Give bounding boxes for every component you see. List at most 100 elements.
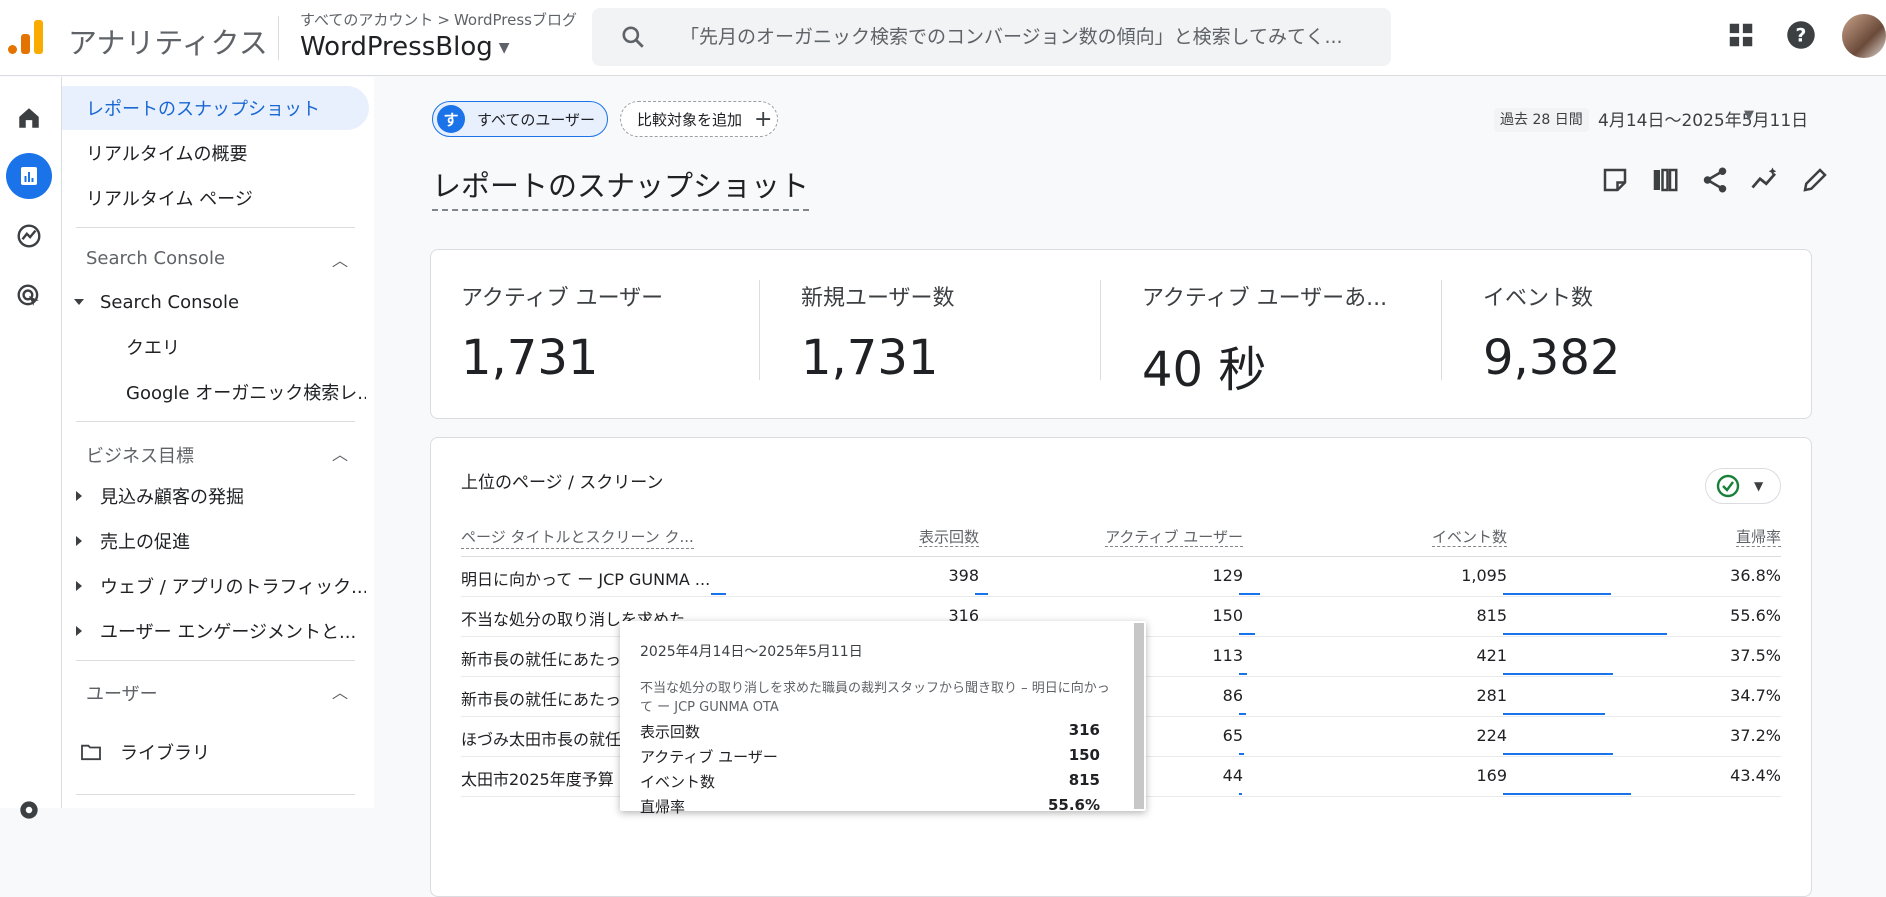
kpi-divider bbox=[759, 280, 760, 380]
tooltip-scrollbar[interactable] bbox=[1134, 623, 1144, 809]
date-range-selector[interactable]: 4月14日〜2025年5月11日 bbox=[1598, 106, 1808, 131]
section-user[interactable]: ユーザー bbox=[86, 680, 158, 706]
section-business[interactable]: ビジネス目標 bbox=[86, 442, 194, 468]
nav-divider bbox=[76, 421, 355, 422]
left-rail bbox=[0, 77, 62, 819]
segment-label: すべてのユーザー bbox=[477, 110, 596, 129]
breadcrumb-property[interactable]: WordPressブログ bbox=[454, 11, 577, 29]
metric-bar bbox=[1239, 593, 1260, 595]
search-icon bbox=[622, 26, 644, 48]
search-input[interactable] bbox=[680, 18, 1370, 56]
metric-bar bbox=[1239, 713, 1246, 715]
metric-bar bbox=[1239, 673, 1247, 675]
page-title: レポートのスナップショット bbox=[432, 163, 810, 211]
chevron-up-icon[interactable]: ︿ bbox=[332, 441, 348, 465]
triangle-right-icon bbox=[76, 626, 82, 636]
app-title: アナリティクス bbox=[68, 26, 268, 60]
help-icon[interactable]: ? bbox=[1786, 20, 1816, 50]
caret-down-icon: ▼ bbox=[1754, 479, 1764, 493]
main-content: すすべてのユーザー 比較対象を追加 + 過去 28 日間 4月14日〜2025年5… bbox=[374, 77, 1886, 897]
settings-icon[interactable] bbox=[6, 787, 52, 833]
apps-grid-icon[interactable] bbox=[1726, 20, 1756, 50]
share-icon[interactable] bbox=[1700, 165, 1730, 195]
explore-icon[interactable] bbox=[6, 213, 52, 259]
tooltip-row: 直帰率 55.6% bbox=[640, 796, 1100, 816]
chevron-up-icon[interactable]: ︿ bbox=[332, 679, 348, 703]
top-bar: アナリティクス すべてのアカウント > WordPressブログ WordPress… bbox=[0, 0, 1886, 76]
metric-bar bbox=[1239, 753, 1244, 755]
metric-bar bbox=[1503, 633, 1667, 635]
nav-realtime-overview[interactable]: リアルタイムの概要 bbox=[86, 131, 247, 175]
kpi-active-users[interactable]: アクティブ ユーザー 1,731 bbox=[461, 280, 663, 386]
tooltip-row: 表示回数 316 bbox=[640, 721, 1100, 741]
metric-bar bbox=[1503, 673, 1613, 675]
metric-bar bbox=[1503, 753, 1613, 755]
segment-initial: す bbox=[437, 105, 465, 133]
nav-google-organic[interactable]: Google オーガニック検索レ... bbox=[126, 370, 366, 414]
nav-search-console-group[interactable]: Search Console bbox=[74, 280, 239, 324]
nav-divider bbox=[76, 660, 355, 661]
nav-divider bbox=[76, 227, 355, 228]
nav-web-traffic[interactable]: ウェブ / アプリのトラフィック... bbox=[76, 564, 366, 608]
svg-text:?: ? bbox=[1796, 25, 1807, 46]
kpi-divider bbox=[1100, 280, 1101, 380]
metric-bar bbox=[1239, 793, 1242, 795]
home-icon[interactable] bbox=[6, 95, 52, 141]
metric-bar bbox=[1239, 633, 1255, 635]
breadcrumb[interactable]: すべてのアカウント > WordPressブログ bbox=[300, 9, 577, 30]
reports-icon[interactable] bbox=[6, 153, 52, 199]
metric-bar bbox=[1503, 793, 1631, 795]
property-selector[interactable]: WordPressBlog ▼ bbox=[300, 32, 510, 62]
nav-queries[interactable]: クエリ bbox=[126, 325, 180, 369]
caret-down-icon[interactable]: ▼ bbox=[1744, 108, 1754, 123]
table-row[interactable]: 明日に向かって ー JCP GUNMA ... 398 129 1,095 36.8% bbox=[461, 557, 1781, 597]
metric-bar bbox=[711, 593, 726, 595]
metric-bar bbox=[975, 593, 988, 595]
metric-bar bbox=[1503, 713, 1605, 715]
user-segment-chip[interactable]: すすべてのユーザー bbox=[432, 101, 608, 137]
metric-bar bbox=[1503, 593, 1611, 595]
header-divider bbox=[278, 16, 279, 60]
folder-icon bbox=[81, 744, 101, 761]
nav-library[interactable]: ライブラリ bbox=[80, 730, 210, 774]
compare-status-button[interactable]: ▼ bbox=[1705, 468, 1781, 504]
tooltip-date: 2025年4月14日〜2025年5月11日 bbox=[640, 644, 863, 660]
kpi-event-count[interactable]: イベント数 9,382 bbox=[1483, 280, 1620, 386]
analytics-logo[interactable] bbox=[8, 18, 44, 54]
compare-columns-icon[interactable] bbox=[1650, 165, 1680, 195]
kpi-card: アクティブ ユーザー 1,731 新規ユーザー数 1,731 アクティブ ユーザーあ… bbox=[430, 249, 1812, 419]
note-icon[interactable] bbox=[1600, 165, 1630, 195]
section-search-console[interactable]: Search Console bbox=[86, 248, 225, 269]
kpi-engagement-time[interactable]: アクティブ ユーザーあ... 40 秒 bbox=[1142, 280, 1387, 400]
property-name: WordPressBlog bbox=[300, 32, 493, 62]
tooltip-row: イベント数 815 bbox=[640, 771, 1100, 791]
table-title: 上位のページ / スクリーン bbox=[461, 473, 664, 493]
triangle-down-icon bbox=[74, 299, 84, 305]
edit-pencil-icon[interactable] bbox=[1800, 165, 1830, 195]
nav-user-engagement[interactable]: ユーザー エンゲージメントと... bbox=[76, 609, 366, 653]
add-comparison-button[interactable]: 比較対象を追加 + bbox=[620, 101, 778, 137]
plus-icon: + bbox=[754, 106, 773, 132]
nav-sales[interactable]: 売上の促進 bbox=[76, 519, 190, 563]
chevron-up-icon[interactable]: ︿ bbox=[332, 247, 348, 271]
advertising-icon[interactable] bbox=[6, 273, 52, 319]
triangle-right-icon bbox=[76, 536, 82, 546]
nav-report-snapshot[interactable]: レポートのスナップショット bbox=[62, 86, 369, 130]
nav-lead-generation[interactable]: 見込み顧客の発掘 bbox=[76, 474, 244, 518]
kpi-new-users[interactable]: 新規ユーザー数 1,731 bbox=[801, 280, 955, 386]
avatar[interactable] bbox=[1842, 14, 1886, 58]
nav-realtime-pages[interactable]: リアルタイム ページ bbox=[86, 176, 253, 220]
triangle-right-icon bbox=[76, 491, 82, 501]
kpi-divider bbox=[1441, 280, 1442, 380]
side-nav: レポートのスナップショット リアルタイムの概要 リアルタイム ページ Searc… bbox=[62, 77, 374, 808]
breadcrumb-account[interactable]: すべてのアカウント bbox=[300, 11, 433, 29]
col-bounce-rate[interactable]: 直帰率 bbox=[1735, 528, 1781, 547]
triangle-right-icon bbox=[76, 581, 82, 591]
period-label: 過去 28 日間 bbox=[1494, 108, 1589, 132]
nav-divider bbox=[76, 794, 355, 795]
insights-icon[interactable] bbox=[1750, 165, 1780, 195]
tooltip-page-title: 不当な処分の取り消しを求めた職員の裁判スタッフから聞き取り – 明日に向かって … bbox=[640, 681, 1110, 715]
chevron-right-icon: > bbox=[437, 11, 450, 29]
search-box[interactable] bbox=[592, 8, 1391, 66]
tooltip-row: アクティブ ユーザー 150 bbox=[640, 746, 1100, 766]
